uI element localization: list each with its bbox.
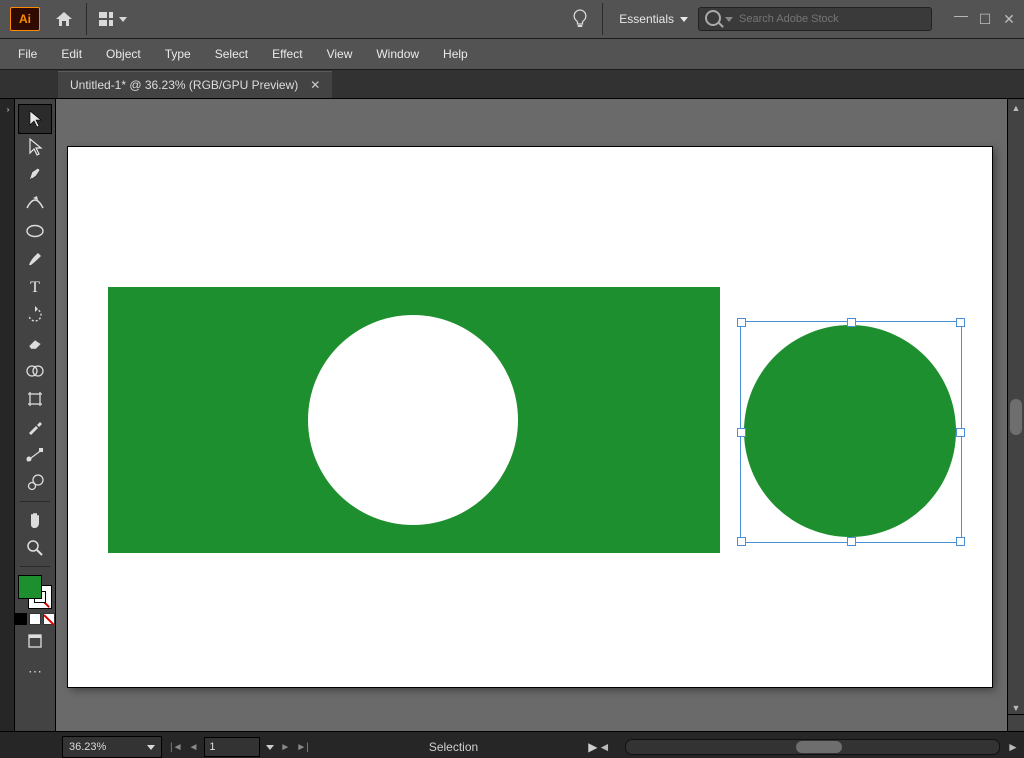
fill-swatch[interactable] (18, 575, 42, 599)
status-bar: 36.23% |◄ ◄ 1 ► ►| Selection ▶ ◄ ► (0, 731, 1024, 758)
color-mode-row (15, 613, 55, 625)
fill-stroke-swatch[interactable] (18, 575, 52, 609)
shape-green-circle-selected[interactable] (744, 325, 956, 537)
status-menu-button[interactable]: ▶ (588, 740, 597, 754)
ellipse-tool[interactable] (19, 217, 51, 245)
menu-window[interactable]: Window (364, 41, 431, 67)
app-logo: Ai (10, 7, 40, 31)
selection-handle[interactable] (956, 537, 965, 546)
eyedropper-tool[interactable] (19, 413, 51, 441)
collapse-panels-icon[interactable]: ›› (6, 105, 7, 114)
menu-file[interactable]: File (6, 41, 49, 67)
zoom-value: 36.23% (69, 741, 106, 753)
artboard-nav: |◄ ◄ 1 ► ►| (170, 737, 309, 757)
horizontal-scrollbar[interactable] (625, 739, 1000, 755)
edit-toolbar-button[interactable]: ⋯ (19, 657, 51, 685)
document-arrange-menu[interactable] (93, 4, 133, 34)
menu-edit[interactable]: Edit (49, 41, 94, 67)
window-minimize-button[interactable]: — (954, 7, 968, 24)
document-tab-title: Untitled-1* @ 36.23% (RGB/GPU Preview) (70, 78, 298, 92)
chevron-down-icon (680, 17, 688, 22)
status-mode-label: Selection (429, 740, 478, 754)
next-artboard-button[interactable]: ► (280, 742, 290, 753)
menu-bar: File Edit Object Type Select Effect View… (0, 39, 1024, 70)
scroll-thumb[interactable] (796, 741, 842, 753)
selection-handle[interactable] (737, 318, 746, 327)
type-tool[interactable]: T (19, 273, 51, 301)
scroll-left-button[interactable]: ◄ (597, 740, 611, 754)
search-icon (705, 10, 721, 29)
first-artboard-button[interactable]: |◄ (170, 742, 183, 753)
selection-handle[interactable] (847, 537, 856, 546)
direct-selection-tool[interactable] (19, 133, 51, 161)
menu-object[interactable]: Object (94, 41, 153, 67)
selection-tool[interactable] (19, 105, 51, 133)
tool-panel: T (15, 99, 56, 731)
document-tab[interactable]: Untitled-1* @ 36.23% (RGB/GPU Preview) ✕ (58, 71, 332, 98)
menu-type[interactable]: Type (153, 41, 203, 67)
shape-white-circle[interactable] (308, 315, 518, 525)
gradient-tool[interactable] (19, 441, 51, 469)
lightbulb-help-button[interactable] (564, 4, 596, 34)
selection-handle[interactable] (956, 318, 965, 327)
app-title-bar: Ai Essentials — ☐ ✕ (0, 0, 1024, 39)
chevron-down-icon (725, 17, 733, 22)
window-maximize-button[interactable]: ☐ (978, 11, 992, 28)
workspace-switcher[interactable]: Essentials (609, 12, 698, 26)
prev-artboard-button[interactable]: ◄ (189, 742, 199, 753)
scroll-down-button[interactable]: ▼ (1008, 703, 1024, 713)
scale-tool[interactable] (19, 469, 51, 497)
paintbrush-tool[interactable] (19, 245, 51, 273)
menu-effect[interactable]: Effect (260, 41, 314, 67)
workspace-label: Essentials (619, 12, 674, 26)
shape-builder-tool[interactable] (19, 357, 51, 385)
home-button[interactable] (48, 4, 80, 34)
rotate-tool[interactable] (19, 301, 51, 329)
scroll-corner (1008, 714, 1024, 731)
svg-text:T: T (30, 279, 40, 296)
menu-help[interactable]: Help (431, 41, 480, 67)
document-tab-bar: Untitled-1* @ 36.23% (RGB/GPU Preview) ✕ (0, 70, 1024, 99)
color-mode-gradient[interactable] (29, 613, 41, 625)
scroll-right-button[interactable]: ► (1006, 740, 1020, 754)
color-mode-solid[interactable] (15, 613, 27, 625)
artboard-tool[interactable] (19, 385, 51, 413)
color-mode-none[interactable] (43, 613, 55, 625)
menu-view[interactable]: View (315, 41, 365, 67)
window-close-button[interactable]: ✕ (1002, 11, 1016, 28)
scroll-up-button[interactable]: ▲ (1008, 103, 1024, 113)
scroll-thumb[interactable] (1010, 399, 1022, 435)
pen-tool[interactable] (19, 161, 51, 189)
menu-select[interactable]: Select (203, 41, 260, 67)
eraser-tool[interactable] (19, 329, 51, 357)
close-tab-button[interactable]: ✕ (310, 78, 320, 92)
selection-handle[interactable] (956, 428, 965, 437)
screen-mode-button[interactable] (19, 625, 51, 657)
chevron-down-icon (119, 17, 127, 22)
curvature-tool[interactable] (19, 189, 51, 217)
stock-search-input[interactable] (737, 12, 925, 26)
panel-gutter: ›› (0, 99, 15, 731)
canvas-area[interactable] (56, 99, 1007, 731)
zoom-tool[interactable] (19, 534, 51, 562)
vertical-scrollbar[interactable]: ▲ ▼ (1007, 99, 1024, 731)
hand-tool[interactable] (19, 506, 51, 534)
chevron-down-icon (147, 745, 155, 750)
artboard[interactable] (68, 147, 992, 687)
stock-search[interactable] (698, 7, 932, 31)
zoom-level-combo[interactable]: 36.23% (62, 736, 162, 758)
selection-handle[interactable] (737, 537, 746, 546)
artboard-number-input[interactable]: 1 (204, 737, 260, 757)
chevron-down-icon[interactable] (266, 745, 274, 750)
last-artboard-button[interactable]: ►| (296, 742, 309, 753)
